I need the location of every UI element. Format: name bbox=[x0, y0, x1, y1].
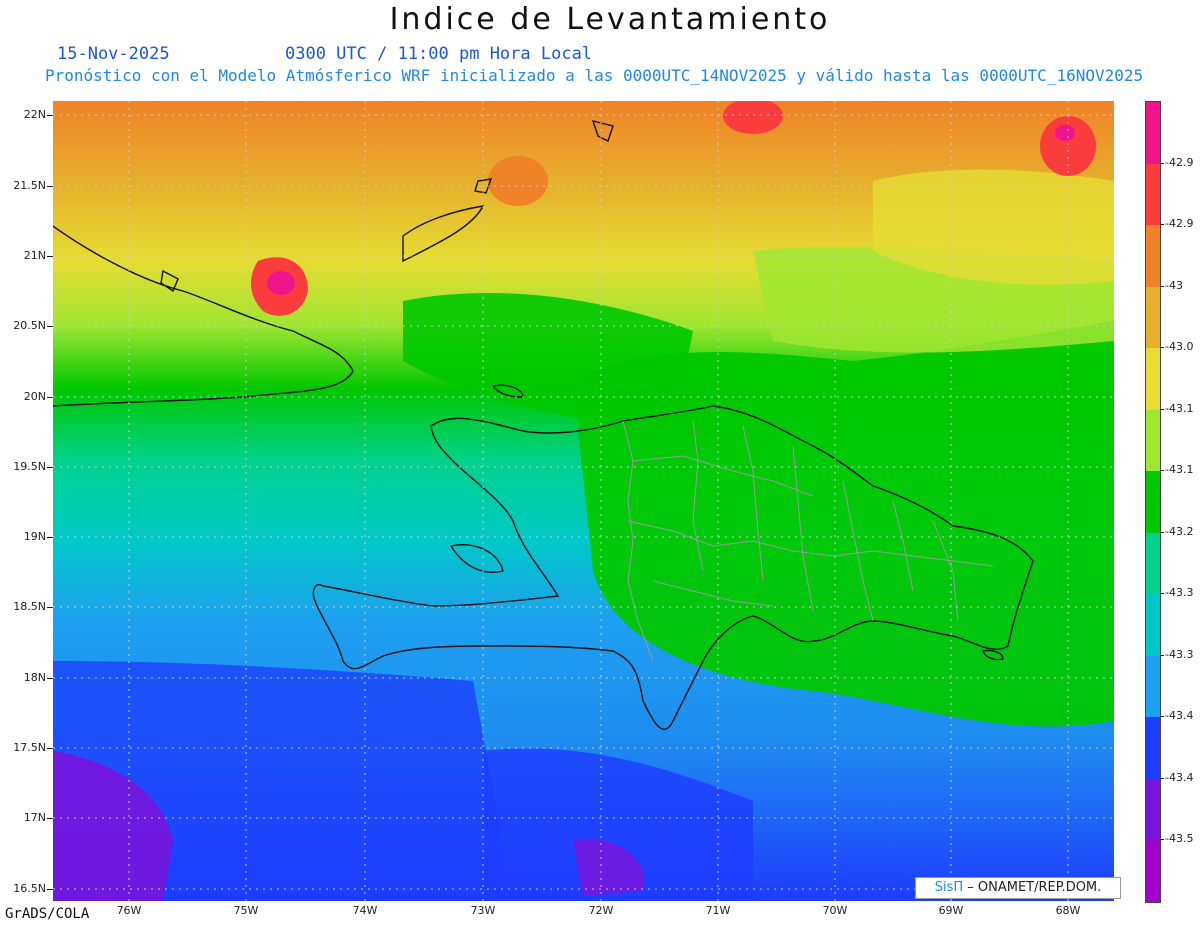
lon-label: 73W bbox=[470, 904, 496, 917]
colorbar-segment bbox=[1146, 532, 1160, 595]
colorbar-label: -43.4 bbox=[1165, 770, 1194, 784]
lat-tick bbox=[47, 537, 53, 538]
colorbar-tick bbox=[1160, 347, 1164, 349]
colorbar-tick bbox=[1160, 777, 1164, 779]
forecast-date: 15-Nov-2025 bbox=[57, 44, 170, 64]
colorbar-tick bbox=[1160, 408, 1164, 410]
lon-label: 76W bbox=[116, 904, 142, 917]
colorbar-segment bbox=[1146, 225, 1160, 288]
colorbar-tick bbox=[1160, 162, 1164, 164]
colorbar-tick bbox=[1160, 531, 1164, 533]
lat-label: 17.5N bbox=[13, 741, 46, 754]
lifted-index-map[interactable] bbox=[53, 101, 1114, 901]
lat-label: 16.5N bbox=[13, 882, 46, 895]
magenta-cell-ne bbox=[1055, 125, 1075, 141]
sisp-logo: SisΠ bbox=[934, 880, 964, 895]
lat-label: 19N bbox=[23, 530, 46, 543]
grads-credit: GrADS/COLA bbox=[5, 906, 90, 922]
colorbar-segment bbox=[1146, 409, 1160, 472]
colorbar-label: -43.1 bbox=[1165, 401, 1194, 415]
colorbar-tick bbox=[1160, 654, 1164, 656]
lon-label: 72W bbox=[588, 904, 614, 917]
lat-tick bbox=[47, 397, 53, 398]
lat-label: 18N bbox=[23, 671, 46, 684]
lat-label: 21.5N bbox=[13, 179, 46, 192]
colorbar-tick bbox=[1160, 716, 1164, 718]
lat-tick bbox=[47, 748, 53, 749]
colorbar-label: -43.5 bbox=[1165, 832, 1194, 846]
lon-label: 75W bbox=[233, 904, 259, 917]
credit-text: – ONAMET/REP.DOM. bbox=[967, 880, 1102, 895]
red-cell-ne bbox=[1040, 116, 1096, 176]
colorbar-segment bbox=[1146, 840, 1160, 903]
lat-label: 21N bbox=[23, 249, 46, 262]
colorbar-tick bbox=[1160, 285, 1164, 287]
colorbar-segment bbox=[1146, 778, 1160, 841]
lon-label: 68W bbox=[1055, 904, 1081, 917]
colorbar-tick bbox=[1160, 593, 1164, 595]
colorbar-segment bbox=[1146, 471, 1160, 534]
colorbar-label: -43.0 bbox=[1165, 340, 1194, 354]
lat-tick bbox=[47, 889, 53, 890]
colorbar-segment bbox=[1146, 594, 1160, 657]
colorbar bbox=[1145, 101, 1161, 903]
colorbar-label: -43.1 bbox=[1165, 463, 1194, 477]
colorbar-label: -42.9 bbox=[1165, 217, 1194, 231]
colorbar-tick bbox=[1160, 224, 1164, 226]
lat-label: 20.5N bbox=[13, 319, 46, 332]
lat-tick bbox=[47, 326, 53, 327]
chart-title: Indice de Levantamiento bbox=[389, 2, 831, 37]
credit-box: SisΠ – ONAMET/REP.DOM. bbox=[915, 877, 1121, 899]
colorbar-segment bbox=[1146, 163, 1160, 226]
colorbar-segment bbox=[1146, 286, 1160, 349]
forecast-time: 0300 UTC / 11:00 pm Hora Local bbox=[285, 44, 593, 64]
lon-label: 70W bbox=[822, 904, 848, 917]
lat-tick bbox=[47, 818, 53, 819]
lat-label: 20N bbox=[23, 390, 46, 403]
colorbar-label: -43.4 bbox=[1165, 709, 1194, 723]
lat-tick bbox=[47, 256, 53, 257]
colorbar-tick bbox=[1160, 470, 1164, 472]
colorbar-segment bbox=[1146, 655, 1160, 718]
colorbar-segment bbox=[1146, 348, 1160, 411]
colorbar-label: -42.9 bbox=[1165, 155, 1194, 169]
lon-label: 74W bbox=[352, 904, 378, 917]
lat-tick bbox=[47, 678, 53, 679]
colorbar-label: -43.3 bbox=[1165, 647, 1194, 661]
lat-label: 18.5N bbox=[13, 600, 46, 613]
lon-label: 71W bbox=[705, 904, 731, 917]
lat-label: 17N bbox=[23, 811, 46, 824]
colorbar-segment bbox=[1146, 717, 1160, 780]
lat-label: 19.5N bbox=[13, 460, 46, 473]
colorbar-label: -43.3 bbox=[1165, 586, 1194, 600]
lat-tick bbox=[47, 467, 53, 468]
magenta-cell-west bbox=[267, 271, 295, 295]
lat-tick bbox=[47, 115, 53, 116]
colorbar-segment bbox=[1146, 102, 1160, 165]
colorbar-label: -43 bbox=[1165, 278, 1183, 292]
lat-tick bbox=[47, 186, 53, 187]
lon-label: 69W bbox=[938, 904, 964, 917]
model-subtitle: Pronóstico con el Modelo Atmósferico WRF… bbox=[45, 66, 1144, 85]
lat-tick bbox=[47, 607, 53, 608]
colorbar-label: -43.2 bbox=[1165, 524, 1194, 538]
lat-label: 22N bbox=[23, 108, 46, 121]
colorbar-tick bbox=[1160, 839, 1164, 841]
orange-cell-n bbox=[488, 156, 548, 206]
